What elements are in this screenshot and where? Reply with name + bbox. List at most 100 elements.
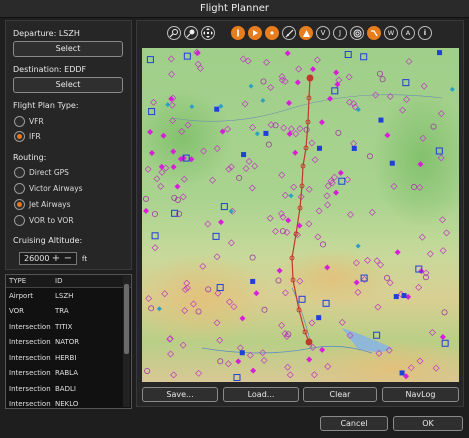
- radio-vfr[interactable]: VFR: [14, 115, 44, 127]
- waypoint-id: NATOR: [55, 338, 80, 347]
- waypoint-type: Intersection: [9, 369, 51, 378]
- departure-label-row: Departure: LSZH: [13, 29, 80, 38]
- radio-button[interactable]: [14, 166, 25, 178]
- airport-marker: [351, 145, 357, 151]
- radio-label: Jet Airways: [29, 199, 71, 209]
- radio-button[interactable]: [14, 198, 25, 210]
- radio-button[interactable]: [14, 214, 25, 226]
- radio-label: Direct GPS: [29, 167, 69, 177]
- ndb-icon[interactable]: [265, 26, 279, 40]
- list-item[interactable]: Airport LSZH: [6, 288, 131, 304]
- airport-marker: [401, 293, 407, 299]
- airport-icon[interactable]: [231, 26, 245, 40]
- airport-marker: [214, 106, 220, 112]
- column-header-type[interactable]: TYPE: [6, 275, 55, 287]
- waypoint-type: Intersection: [9, 384, 51, 393]
- radio-direct-gps[interactable]: Direct GPS: [14, 166, 69, 178]
- zoom-in-icon[interactable]: [167, 26, 181, 40]
- destination-label-row: Destination: EDDF: [13, 65, 86, 74]
- waypoint-id: BADLI: [55, 384, 76, 393]
- waypoint-type: Intersection: [9, 338, 51, 347]
- radio-label: IFR: [29, 131, 41, 141]
- list-item[interactable]: Intersection BADLI: [6, 381, 131, 397]
- radio-button[interactable]: [14, 182, 25, 194]
- radio-victor-airways[interactable]: Victor Airways: [14, 182, 83, 194]
- radio-ifr[interactable]: IFR: [14, 130, 41, 142]
- map-panel: V J W A i Save... Load... Clear NavLog: [136, 20, 464, 407]
- list-item[interactable]: VOR TRA: [6, 304, 131, 320]
- route-waypoint: [306, 74, 314, 82]
- list-scrollbar[interactable]: [123, 276, 130, 407]
- altitude-unit: ft: [82, 255, 88, 263]
- waypoint-id: TRA: [55, 307, 69, 316]
- waypoint-icon[interactable]: W: [384, 26, 398, 40]
- airspace-ring-icon[interactable]: [350, 26, 364, 40]
- radio-label: VFR: [29, 116, 44, 126]
- zoom-out-icon[interactable]: [184, 26, 198, 40]
- window-title: Flight Planner: [200, 3, 269, 14]
- cancel-button[interactable]: Cancel: [320, 416, 388, 431]
- routing-label: Routing:: [13, 153, 47, 162]
- load-button[interactable]: Load...: [223, 387, 299, 402]
- intersection-icon[interactable]: [282, 26, 296, 40]
- plan-type-label: Flight Plan Type:: [13, 101, 79, 110]
- ok-button[interactable]: OK: [393, 416, 463, 431]
- map-view[interactable]: [142, 48, 459, 382]
- list-header: TYPE ID: [6, 275, 131, 288]
- pan-icon[interactable]: [201, 26, 215, 40]
- list-item[interactable]: Intersection NEKLO: [6, 397, 131, 409]
- destination-label: Destination:: [13, 65, 62, 74]
- altitude-stepper[interactable]: 26000 + −: [19, 252, 77, 265]
- navlog-button[interactable]: NavLog: [382, 387, 459, 402]
- list-item[interactable]: Intersection TITIX: [6, 319, 131, 335]
- airport-marker: [437, 50, 443, 56]
- radio-jet-airways[interactable]: Jet Airways: [14, 198, 71, 210]
- waypoint-id: TITIX: [55, 322, 73, 331]
- route-waypoint: [305, 338, 313, 346]
- waypoint-id: NEKLO: [55, 400, 79, 409]
- departure-select-button[interactable]: Select: [13, 41, 123, 57]
- waypoint-id: RABLA: [55, 369, 79, 378]
- waypoint-type: Intersection: [9, 322, 51, 331]
- departure-code: LSZH: [58, 29, 80, 38]
- radio-vor-to-vor[interactable]: VOR to VOR: [14, 214, 74, 226]
- airport-marker: [263, 130, 269, 136]
- airport-marker: [316, 145, 322, 151]
- map-canvas[interactable]: [142, 48, 459, 382]
- airport-marker: [389, 160, 395, 166]
- waypoint-type: VOR: [9, 307, 25, 316]
- radio-button[interactable]: [14, 115, 25, 127]
- save-button[interactable]: Save...: [142, 387, 218, 402]
- airspace-icon[interactable]: [299, 26, 313, 40]
- airport-marker: [239, 350, 245, 356]
- altitude-value[interactable]: 26000: [20, 254, 50, 263]
- victor-airway-icon[interactable]: V: [316, 26, 330, 40]
- map-toolbar: V J W A i: [137, 26, 465, 46]
- info-icon[interactable]: i: [418, 26, 432, 40]
- list-item[interactable]: Intersection RABLA: [6, 366, 131, 382]
- terrain-icon[interactable]: [367, 26, 381, 40]
- destination-select-button[interactable]: Select: [13, 77, 123, 93]
- column-header-id[interactable]: ID: [55, 275, 119, 287]
- list-item[interactable]: Intersection NATOR: [6, 335, 131, 351]
- altitude-increase-button[interactable]: +: [50, 253, 62, 264]
- jet-airway-icon[interactable]: J: [333, 26, 347, 40]
- vor-icon[interactable]: [248, 26, 262, 40]
- scrollbar-thumb[interactable]: [124, 284, 129, 354]
- waypoint-type: Airport: [9, 291, 33, 300]
- radio-button[interactable]: [14, 130, 25, 142]
- airport-marker: [241, 152, 247, 158]
- list-item[interactable]: Intersection HERBI: [6, 350, 131, 366]
- waypoint-alt-icon[interactable]: A: [401, 26, 415, 40]
- waypoint-id: LSZH: [55, 291, 74, 300]
- waypoint-list[interactable]: TYPE ID Airport LSZH VOR TRA Intersection TIT…: [5, 274, 132, 409]
- list-rows: Airport LSZH VOR TRA Intersection TITIX Inters…: [6, 288, 131, 409]
- airport-marker: [399, 370, 405, 376]
- route-settings-panel: Departure: LSZH Select Destination: EDDF…: [5, 20, 132, 270]
- altitude-decrease-button[interactable]: −: [62, 253, 74, 264]
- departure-label: Departure:: [13, 29, 57, 38]
- airport-marker: [393, 294, 399, 300]
- destination-code: EDDF: [64, 65, 87, 74]
- waypoint-type: Intersection: [9, 400, 51, 409]
- clear-button[interactable]: Clear: [303, 387, 377, 402]
